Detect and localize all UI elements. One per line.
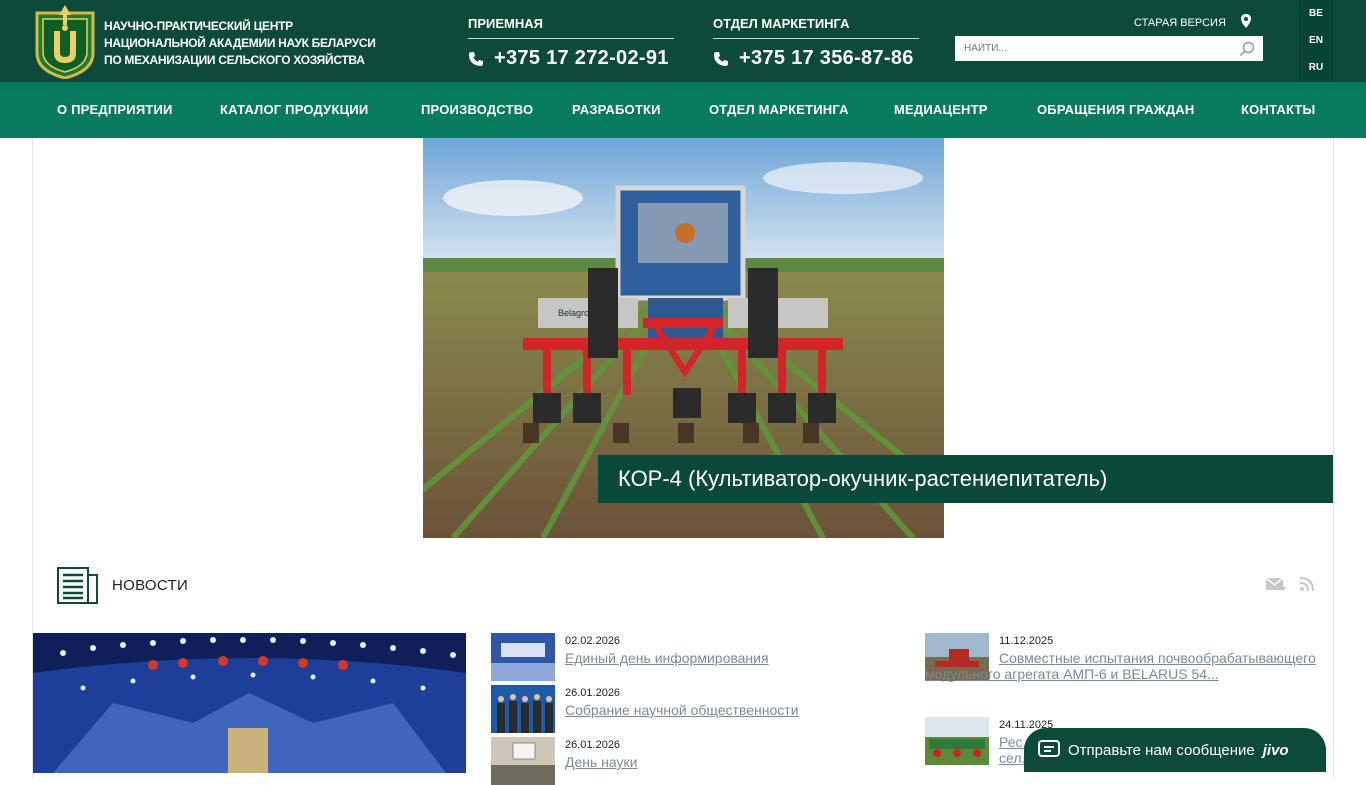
language-switcher: BE EN RU <box>1299 0 1333 82</box>
chat-message-icon <box>1038 740 1060 757</box>
email-subscribe-icon[interactable] <box>1266 577 1286 592</box>
news-link-4[interactable]: Совместные испытания почвообрабатывающег… <box>925 650 1325 682</box>
news-date-1: 02.02.2026 <box>565 635 621 647</box>
news-thumb-5[interactable] <box>925 717 989 765</box>
lang-be[interactable]: BE <box>1299 0 1333 27</box>
nav-marketing[interactable]: ОТДЕЛ МАРКЕТИНГА <box>709 82 849 138</box>
nav-catalog[interactable]: КАТАЛОГ ПРОДУКЦИИ <box>220 82 368 138</box>
search-box <box>955 36 1263 61</box>
marketing-phone[interactable]: +375 17 356-87-86 <box>713 47 919 70</box>
reception-title: ПРИЕМНАЯ <box>468 16 674 39</box>
subscription-icons <box>1266 577 1314 592</box>
phone-icon <box>714 51 728 66</box>
reception-phone-number: +375 17 272-02-91 <box>494 47 669 69</box>
news-link-2[interactable]: Собрание научной общественности <box>565 702 799 718</box>
top-header: НАУЧНО-ПРАКТИЧЕСКИЙ ЦЕНТР НАЦИОНАЛЬНОЙ А… <box>0 0 1366 82</box>
news-section-header: НОВОСТИ <box>57 566 188 604</box>
nav-media-center[interactable]: МЕДИАЦЕНТР <box>894 82 988 138</box>
nav-developments[interactable]: РАЗРАБОТКИ <box>572 82 661 138</box>
old-version-link[interactable]: СТАРАЯ ВЕРСИЯ <box>1134 17 1226 29</box>
organization-name[interactable]: НАУЧНО-ПРАКТИЧЕСКИЙ ЦЕНТР НАЦИОНАЛЬНОЙ А… <box>104 18 376 69</box>
hero-caption[interactable]: КОР-4 (Культиватор-окучник-растениепитат… <box>598 455 1333 503</box>
search-icon[interactable] <box>1239 41 1255 57</box>
news-thumb-2[interactable] <box>491 685 555 733</box>
marketing-title: ОТДЕЛ МАРКЕТИНГА <box>713 16 919 39</box>
marketing-contact: ОТДЕЛ МАРКЕТИНГА +375 17 356-87-86 <box>713 16 919 70</box>
news-thumb-3[interactable] <box>491 737 555 785</box>
news-date-2: 26.01.2026 <box>565 687 621 699</box>
news-icon <box>57 566 98 604</box>
lang-en[interactable]: EN <box>1299 27 1333 54</box>
news-date-4: 11.12.2025 <box>999 635 1054 647</box>
map-pin-icon[interactable] <box>1240 14 1252 28</box>
nav-about[interactable]: О ПРЕДПРИЯТИИ <box>57 82 173 138</box>
org-name-line-1: НАУЧНО-ПРАКТИЧЕСКИЙ ЦЕНТР <box>104 19 293 33</box>
conference-hall-image <box>33 633 466 773</box>
lang-ru[interactable]: RU <box>1299 54 1333 81</box>
phone-icon <box>469 51 483 66</box>
nav-citizen-appeals[interactable]: ОБРАЩЕНИЯ ГРАЖДАН <box>1037 82 1194 138</box>
news-thumb-1[interactable] <box>491 633 555 681</box>
reception-phone[interactable]: +375 17 272-02-91 <box>468 47 674 70</box>
rss-icon[interactable] <box>1300 577 1314 591</box>
nav-contacts[interactable]: КОНТАКТЫ <box>1241 82 1315 138</box>
featured-news-image[interactable] <box>33 633 466 773</box>
news-date-3: 26.01.2026 <box>565 739 621 751</box>
org-name-line-2: НАЦИОНАЛЬНОЙ АКАДЕМИИ НАУК БЕЛАРУСИ <box>104 36 376 50</box>
organization-logo[interactable] <box>34 3 96 79</box>
news-link-1[interactable]: Единый день информирования <box>565 650 769 666</box>
search-input[interactable] <box>955 36 1225 61</box>
nav-production[interactable]: ПРОИЗВОДСТВО <box>421 82 533 138</box>
chat-widget-brand: jivo <box>1262 741 1289 759</box>
reception-contact: ПРИЕМНАЯ +375 17 272-02-91 <box>468 16 674 70</box>
chat-widget-text: Отправьте нам сообщение <box>1068 741 1255 759</box>
chat-widget-button[interactable]: Отправьте нам сообщение jivo <box>1024 728 1326 772</box>
marketing-phone-number: +375 17 356-87-86 <box>739 47 914 69</box>
news-title: НОВОСТИ <box>112 576 189 594</box>
org-name-line-3: ПО МЕХАНИЗАЦИИ СЕЛЬСКОГО ХОЗЯЙСТВА <box>104 53 365 67</box>
main-navigation: О ПРЕДПРИЯТИИ КАТАЛОГ ПРОДУКЦИИ ПРОИЗВОД… <box>0 82 1366 138</box>
